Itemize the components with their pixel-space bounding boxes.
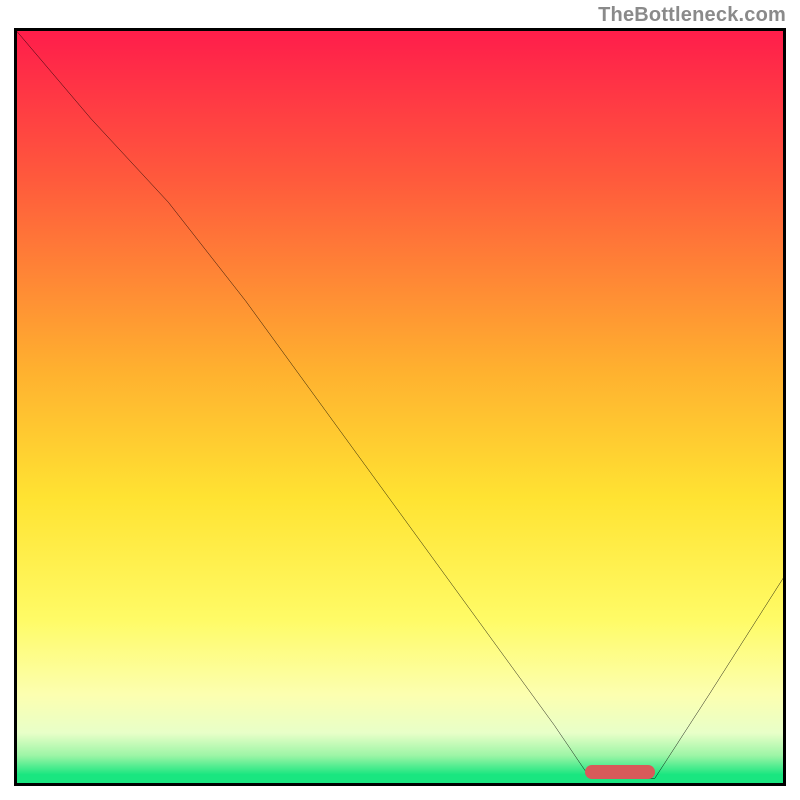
bottleneck-curve [14,28,786,778]
watermark-text: TheBottleneck.com [598,4,786,27]
optimal-range-marker [585,765,654,779]
curve-layer [14,28,786,786]
plot-area [14,28,786,786]
bottleneck-chart: TheBottleneck.com [0,0,800,800]
